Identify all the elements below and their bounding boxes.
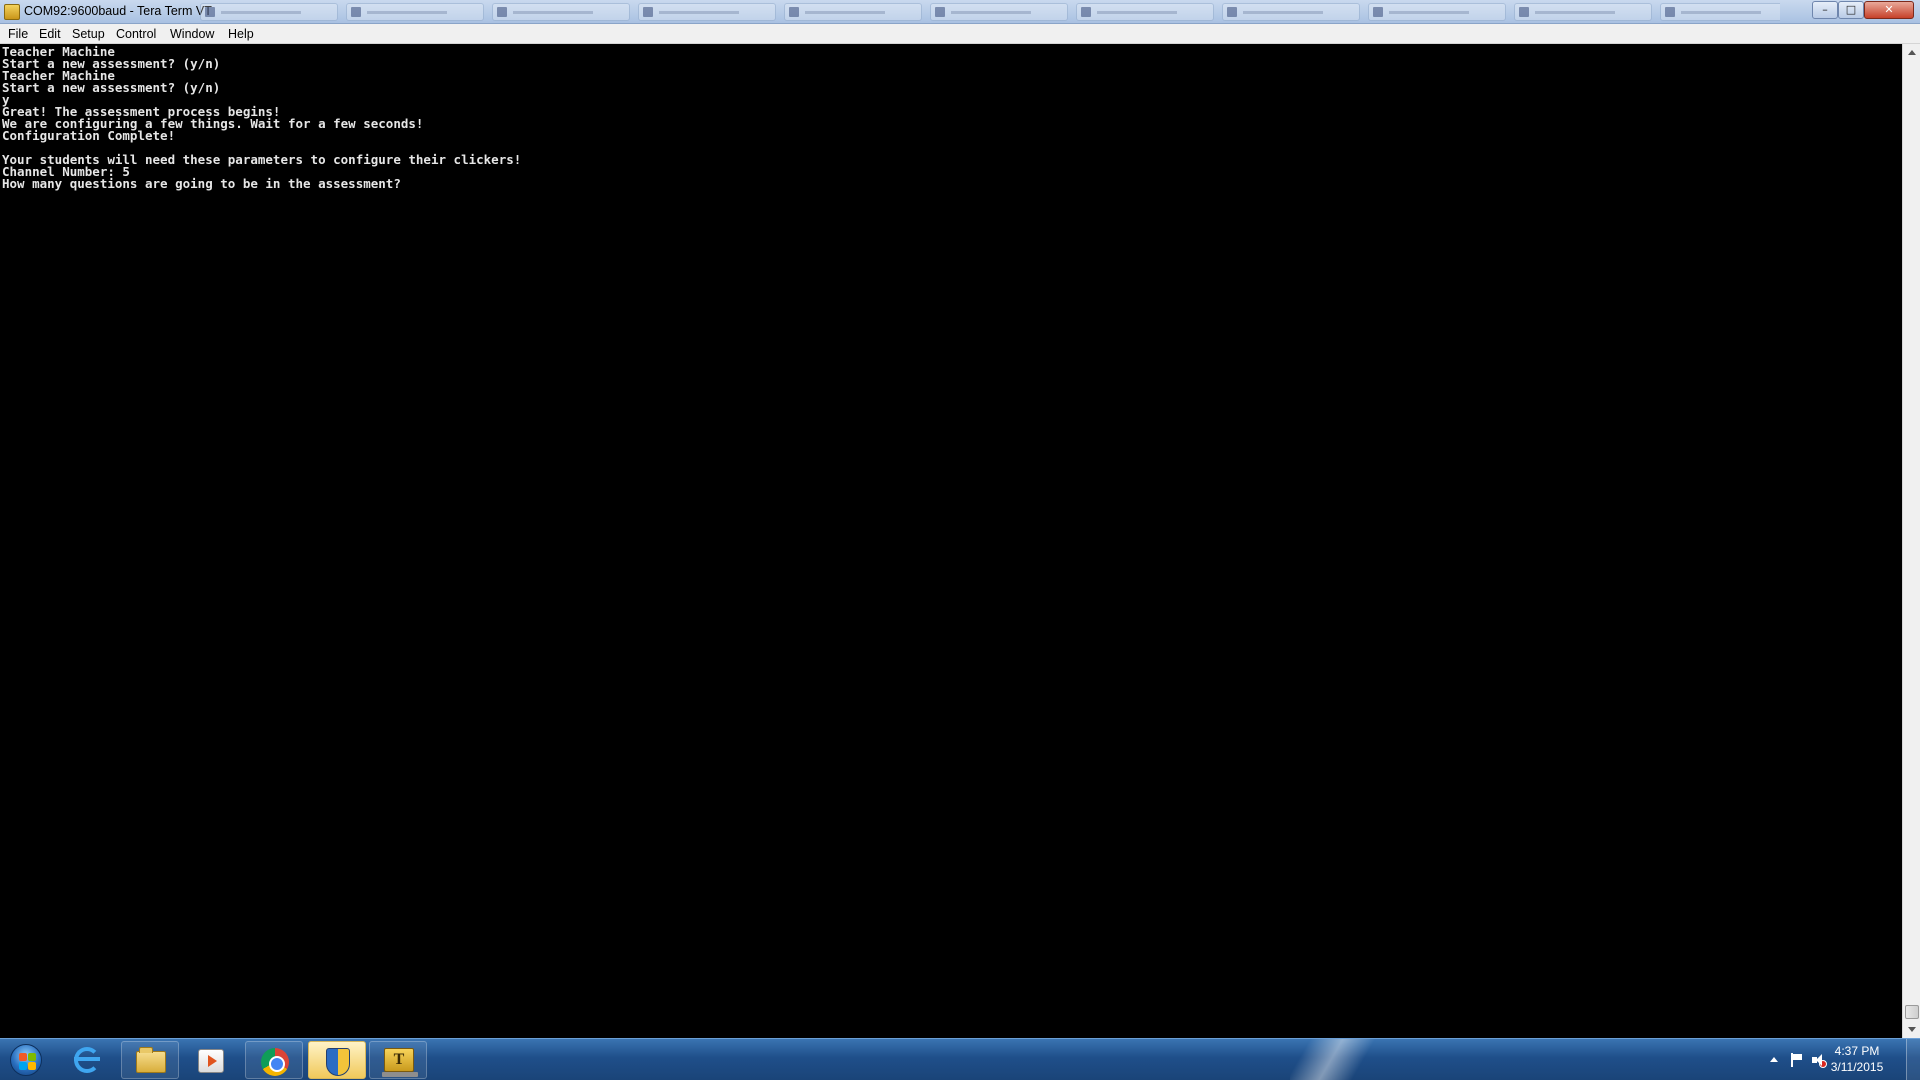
maximize-button[interactable]: □ xyxy=(1838,1,1864,19)
tab-app-icon xyxy=(1519,7,1529,17)
title-bar[interactable]: COM92:9600baud - Tera Term VT – □ ✕ xyxy=(0,0,1920,24)
media-player-icon xyxy=(198,1049,224,1073)
background-tab xyxy=(1514,3,1652,21)
background-tab xyxy=(638,3,776,21)
background-tab xyxy=(1222,3,1360,21)
clock-time: 4:37 PM xyxy=(1834,1044,1880,1058)
background-tab xyxy=(346,3,484,21)
maximize-icon: □ xyxy=(1845,3,1857,16)
tab-app-icon xyxy=(789,7,799,17)
window-title: COM92:9600baud - Tera Term VT xyxy=(24,4,212,18)
background-tab xyxy=(1368,3,1506,21)
tab-app-icon xyxy=(497,7,507,17)
internet-explorer-icon xyxy=(74,1047,100,1073)
scrollbar-thumb[interactable] xyxy=(1905,1005,1919,1019)
background-window-tabs xyxy=(200,3,1780,21)
taskbar-internet-explorer[interactable] xyxy=(58,1041,116,1079)
terminal-output: Teacher Machine Start a new assessment? (… xyxy=(2,45,521,191)
background-tab xyxy=(492,3,630,21)
taskbar-security-center[interactable] xyxy=(308,1041,366,1079)
taskbar-decoration xyxy=(1290,1039,1380,1080)
menu-bar: File Edit Setup Control Window Help xyxy=(0,24,1920,44)
background-tab xyxy=(1660,3,1780,21)
tab-app-icon xyxy=(205,7,215,17)
tera-term-icon: T xyxy=(382,1048,418,1077)
tab-app-icon xyxy=(1665,7,1675,17)
folder-icon xyxy=(136,1047,166,1073)
terminal-line: Start a new assessment? (y/n) xyxy=(2,80,221,95)
clock-date: 3/11/2015 xyxy=(1830,1060,1884,1074)
taskbar: T 4:37 PM 3/11/2015 xyxy=(0,1038,1920,1080)
vertical-scrollbar[interactable] xyxy=(1902,44,1920,1038)
menu-window[interactable]: Window xyxy=(166,26,218,42)
close-icon: ✕ xyxy=(1884,3,1894,16)
menu-help[interactable]: Help xyxy=(224,26,258,42)
background-tab xyxy=(200,3,338,21)
windows-logo-icon xyxy=(10,1044,42,1076)
close-button[interactable]: ✕ xyxy=(1864,1,1914,19)
taskbar-windows-explorer[interactable] xyxy=(121,1041,179,1079)
tab-app-icon xyxy=(1081,7,1091,17)
scroll-up-arrow-icon[interactable] xyxy=(1904,45,1920,61)
menu-edit[interactable]: Edit xyxy=(35,26,65,42)
taskbar-chrome[interactable] xyxy=(245,1041,303,1079)
tab-app-icon xyxy=(1227,7,1237,17)
shield-icon xyxy=(326,1048,350,1076)
scroll-down-arrow-icon[interactable] xyxy=(1904,1021,1920,1037)
tab-app-icon xyxy=(643,7,653,17)
tab-app-icon xyxy=(935,7,945,17)
terminal-line: Configuration Complete! xyxy=(2,128,176,143)
tab-app-icon xyxy=(1373,7,1383,17)
minimize-icon: – xyxy=(1822,3,1828,16)
start-button[interactable] xyxy=(4,1041,48,1079)
terminal-line: How many questions are going to be in th… xyxy=(2,176,401,191)
tera-term-icon[interactable] xyxy=(4,4,20,20)
background-tab xyxy=(1076,3,1214,21)
background-tab xyxy=(784,3,922,21)
menu-file[interactable]: File xyxy=(4,26,32,42)
background-tab xyxy=(930,3,1068,21)
minimize-button[interactable]: – xyxy=(1812,1,1838,19)
taskbar-tera-term[interactable]: T xyxy=(369,1041,427,1079)
show-hidden-icons-arrow-icon[interactable] xyxy=(1766,1052,1782,1068)
menu-control[interactable]: Control xyxy=(112,26,160,42)
menu-setup[interactable]: Setup xyxy=(68,26,109,42)
terminal-screen[interactable]: Teacher Machine Start a new assessment? (… xyxy=(0,44,1902,1038)
clock[interactable]: 4:37 PM 3/11/2015 xyxy=(1812,1043,1902,1075)
tab-app-icon xyxy=(351,7,361,17)
chrome-icon xyxy=(261,1048,289,1076)
action-center-flag-icon[interactable] xyxy=(1788,1052,1804,1068)
show-desktop-button[interactable] xyxy=(1906,1039,1920,1080)
taskbar-media-player[interactable] xyxy=(182,1041,240,1079)
